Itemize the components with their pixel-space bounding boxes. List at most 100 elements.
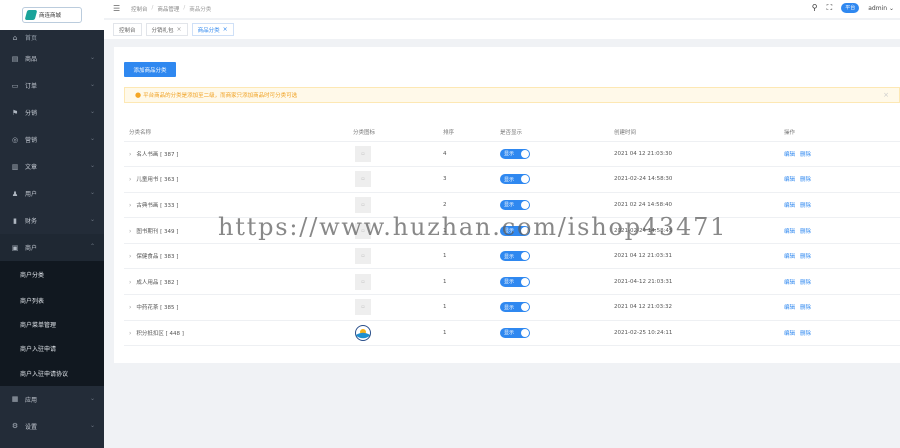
search-icon[interactable]: ⚲ [812, 4, 818, 12]
sidebar-item[interactable]: ⚑ 分销 ⌄ [0, 99, 104, 126]
category-name-cell: › 成人用品 [ 382 ] [124, 268, 353, 296]
breadcrumb-item[interactable]: 控制台 [131, 5, 148, 13]
show-toggle[interactable]: 显示 [500, 148, 530, 159]
sidebar-item[interactable]: ▣ 商户 ⌃ [0, 234, 104, 261]
category-icon-cell: ▫ [353, 217, 443, 244]
show-cell: 显示 [500, 320, 614, 347]
delete-link[interactable]: 删除 [800, 152, 811, 158]
tab[interactable]: 控制台 [113, 23, 142, 36]
expand-arrow-icon[interactable]: › [129, 151, 131, 158]
sort-cell: 1 [443, 294, 500, 321]
show-toggle[interactable]: 显示 [500, 302, 530, 313]
delete-link[interactable]: 删除 [800, 331, 811, 337]
apps-icon: ▦ [11, 395, 19, 404]
show-toggle[interactable]: 显示 [500, 276, 530, 287]
table-row: › 保健食品 [ 383 ] ▫ 1 显示 2021 04 12 21:03:31 编辑 删除 [124, 243, 900, 270]
submenu-item[interactable]: 商户分类 [0, 261, 104, 288]
expand-arrow-icon[interactable]: › [129, 304, 131, 311]
tab[interactable]: 分销礼包 × [145, 23, 188, 36]
delete-link[interactable]: 删除 [800, 203, 811, 209]
user-menu[interactable]: admin ⌄ [868, 5, 894, 12]
show-toggle[interactable]: 显示 [500, 199, 530, 210]
tab-label: 商品分类 [197, 27, 220, 34]
delete-link[interactable]: 删除 [800, 229, 811, 235]
show-toggle[interactable]: 显示 [500, 327, 530, 338]
show-toggle[interactable]: 显示 [500, 225, 530, 236]
chevron-down-icon: ⌄ [89, 108, 95, 115]
image-placeholder-icon: ▫ [355, 299, 371, 316]
sidebar: 商连商城 ⌂ 首页 ▤ 商品 ⌄ ▭ 订单 ⌄ ⚑ 分销 ⌄ ◎ 营销 ⌄ ▥ 文章 ⌄ ♟ 用户 ⌄ ▮ 财务 ⌄ ▣ 商户 ⌃… [0, 0, 104, 448]
sidebar-menu: ⌂ 首页 ▤ 商品 ⌄ ▭ 订单 ⌄ ⚑ 分销 ⌄ ◎ 营销 ⌄ ▥ 文章 ⌄ ♟ 用户 ⌄ ▮ 财务 ⌄ ▣ 商户 ⌃ [0, 30, 104, 261]
toggle-label: 显示 [504, 202, 515, 209]
expand-arrow-icon[interactable]: › [129, 228, 131, 235]
sidebar-item[interactable]: ▦ 应用 ⌄ [0, 386, 104, 413]
tab[interactable]: 商品分类 × [191, 23, 234, 36]
created-time-cell: 2021 04 12 21:03:32 [614, 294, 784, 321]
sidebar-item[interactable]: ▥ 文章 ⌄ [0, 153, 104, 180]
show-toggle[interactable]: 显示 [500, 251, 530, 262]
finance-icon: ▮ [13, 216, 17, 225]
edit-link[interactable]: 编辑 [784, 203, 795, 209]
chevron-down-icon: ⌄ [89, 135, 95, 142]
tab-label: 分销礼包 [151, 27, 174, 34]
image-placeholder-icon: ▫ [355, 196, 371, 213]
sidebar-item[interactable]: ▤ 商品 ⌄ [0, 45, 104, 72]
delete-link[interactable]: 删除 [800, 305, 811, 311]
delete-link[interactable]: 删除 [800, 254, 811, 260]
image-placeholder-icon: ▫ [355, 145, 371, 162]
menu-toggle-icon[interactable]: ☰ [113, 5, 121, 13]
expand-arrow-icon[interactable]: › [129, 330, 131, 337]
tab-bar: 控制台 分销礼包 × 商品分类 × [104, 20, 900, 39]
created-time-cell: 2021-02-24 14:58:30 [614, 166, 784, 193]
edit-link[interactable]: 编辑 [784, 177, 795, 183]
show-toggle[interactable]: 显示 [500, 174, 530, 185]
created-time-cell: 2021-04-12 21:03:31 [614, 268, 784, 296]
expand-arrow-icon[interactable]: › [129, 279, 131, 286]
submenu-item[interactable]: 商户菜单管理 [0, 312, 104, 336]
category-name: 图书期刊 [ 349 ] [136, 228, 179, 235]
category-name: 名人书画 [ 387 ] [136, 151, 179, 158]
sidebar-item[interactable]: ▭ 订单 ⌄ [0, 72, 104, 99]
sidebar-item-label: 财务 [25, 218, 38, 225]
expand-arrow-icon[interactable]: › [129, 176, 131, 183]
sidebar-item[interactable]: ⚙ 设置 ⌄ [0, 413, 104, 440]
edit-link[interactable]: 编辑 [784, 280, 795, 286]
chevron-up-icon: ⌃ [89, 243, 95, 250]
add-category-button[interactable]: 添加商品分类 [124, 62, 176, 77]
close-icon[interactable]: × [177, 26, 182, 33]
edit-link[interactable]: 编辑 [784, 254, 795, 260]
sidebar-item[interactable]: ♟ 用户 ⌄ [0, 180, 104, 207]
sort-cell: 1 [443, 217, 500, 244]
edit-link[interactable]: 编辑 [784, 152, 795, 158]
platform-badge[interactable]: 平台 [841, 3, 860, 13]
toggle-label: 显示 [504, 228, 515, 235]
merchant-submenu: 商户分类 商户列表 商户菜单管理 商户入驻申请 商户入驻申请协议 [0, 261, 104, 386]
edit-link[interactable]: 编辑 [784, 229, 795, 235]
created-time-cell: 2021-02-24 14:58:45 [614, 217, 784, 244]
toggle-label: 显示 [504, 330, 515, 337]
submenu-item[interactable]: 商户列表 [0, 288, 104, 312]
edit-link[interactable]: 编辑 [784, 305, 795, 311]
logo-area[interactable]: 商连商城 [0, 0, 104, 30]
sidebar-item-label: 分销 [25, 110, 38, 117]
expand-arrow-icon[interactable]: › [129, 202, 131, 209]
submenu-item[interactable]: 商户入驻申请协议 [0, 361, 104, 385]
category-icon-cell: ▫ [353, 141, 443, 168]
sidebar-item[interactable]: ◎ 营销 ⌄ [0, 126, 104, 153]
delete-link[interactable]: 删除 [800, 280, 811, 286]
category-name-cell: › 古典书画 [ 333 ] [124, 192, 353, 219]
show-cell: 显示 [500, 268, 614, 296]
edit-link[interactable]: 编辑 [784, 331, 795, 337]
close-icon[interactable]: × [223, 26, 228, 33]
show-cell: 显示 [500, 294, 614, 321]
chevron-down-icon: ⌄ [89, 81, 95, 88]
alert-close-icon[interactable]: × [883, 91, 889, 99]
fullscreen-icon[interactable]: ⛶ [827, 4, 833, 12]
submenu-item[interactable]: 商户入驻申请 [0, 337, 104, 361]
expand-arrow-icon[interactable]: › [129, 253, 131, 260]
sidebar-item[interactable]: ▮ 财务 ⌄ [0, 207, 104, 234]
sidebar-item[interactable]: ⌂ 首页 [0, 30, 104, 45]
breadcrumb-item[interactable]: 商品管理 [157, 5, 179, 13]
category-name-cell: › 名人书画 [ 387 ] [124, 141, 353, 168]
delete-link[interactable]: 删除 [800, 177, 811, 183]
